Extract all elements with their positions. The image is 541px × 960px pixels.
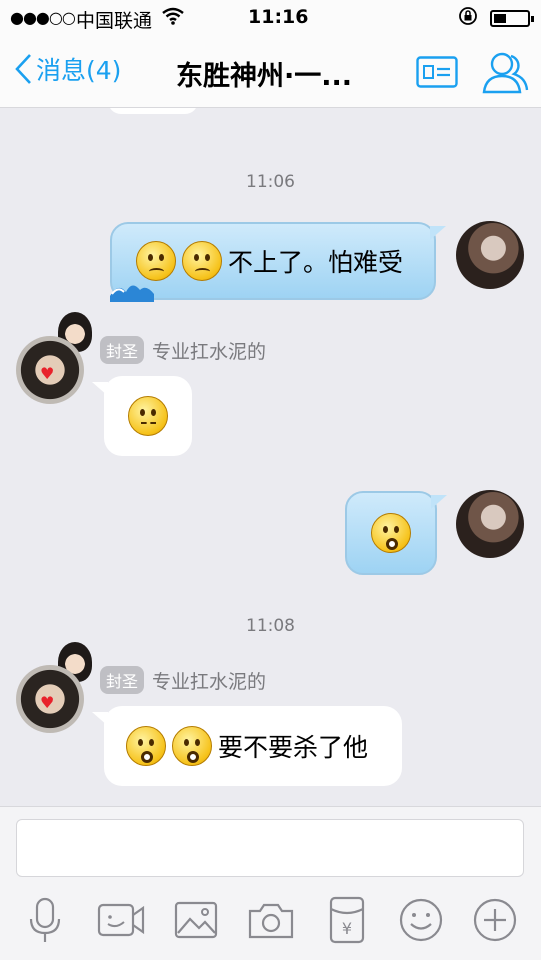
timestamp: 11:06 [246,172,295,192]
heart-icon: ♥ [40,693,55,712]
group-card-button[interactable] [416,56,458,92]
navigation-bar: 消息(4) 东胜神州·一... [0,36,541,108]
contacts-icon [482,52,529,94]
my-avatar[interactable] [456,490,524,558]
incoming-message-bubble[interactable] [92,376,192,456]
camera-icon [248,903,294,939]
video-icon [97,903,145,937]
signal-strength: ●●●○○ [10,8,76,27]
group-members-button[interactable] [480,48,530,100]
svg-text:¥: ¥ [342,919,352,938]
plus-icon [473,898,517,942]
member-title-badge: 封圣 [100,666,145,694]
input-bar: ¥ [0,806,541,960]
red-packet-button[interactable]: ¥ [322,895,372,945]
message-text: 不上了。怕难受 [228,248,404,277]
status-time: 11:16 [248,6,309,28]
back-label: 消息(4) [36,56,122,85]
voice-button[interactable] [20,895,70,945]
battery-icon [490,10,534,27]
status-bar: ●●●○○ 中国联通 11:16 [0,0,541,36]
outgoing-message-bubble[interactable]: 不上了。怕难受 [110,222,446,302]
shocked-face-emoji-icon [172,726,212,766]
sender-avatar[interactable]: ♥ [16,665,84,733]
nervous-face-emoji-icon [128,396,168,436]
member-title-badge: 封圣 [100,336,145,364]
chevron-left-icon [15,54,31,84]
outgoing-message-bubble[interactable] [345,491,447,575]
camera-button[interactable] [246,895,296,945]
sender-nickname: 专业扛水泥的 [152,670,267,693]
chat-area[interactable]: 11:06 不上了。怕难受 ♥ 封圣 专业扛水泥的 11:08 ♥ 封圣 专业扛… [0,108,541,806]
more-button[interactable] [470,895,520,945]
emoji-button[interactable] [396,895,446,945]
rotation-lock-icon [458,6,478,31]
my-avatar[interactable] [456,221,524,289]
image-icon [174,901,218,939]
wifi-icon [162,7,184,30]
message-input[interactable] [16,819,524,877]
back-button[interactable]: 消息(4) [14,51,121,87]
sender-nickname: 专业扛水泥的 [152,340,267,363]
gallery-button[interactable] [172,895,222,945]
microphone-icon [29,897,61,942]
timestamp: 11:08 [246,616,295,636]
shocked-face-emoji-icon [126,726,166,766]
input-toolbar: ¥ [0,895,541,945]
emoji-icon [399,898,443,942]
carrier-label: 中国联通 [76,10,153,32]
sender-avatar[interactable]: ♥ [16,336,84,404]
red-packet-icon: ¥ [329,896,365,944]
heart-icon: ♥ [40,364,55,383]
previous-message-bubble [108,108,198,114]
video-call-button[interactable] [96,895,146,945]
sad-face-emoji-icon [136,241,176,281]
sender-name-row: 封圣 专业扛水泥的 [100,336,266,364]
chat-title: 东胜神州·一... [176,61,353,92]
sad-face-emoji-icon [182,241,222,281]
crying-face-emoji-icon [371,513,411,553]
id-card-icon [416,56,458,88]
wave-decoration-icon [110,285,154,302]
message-text: 要不要杀了他 [218,733,369,762]
sender-name-row: 封圣 专业扛水泥的 [100,666,266,694]
incoming-message-bubble[interactable]: 要不要杀了他 [92,706,402,786]
